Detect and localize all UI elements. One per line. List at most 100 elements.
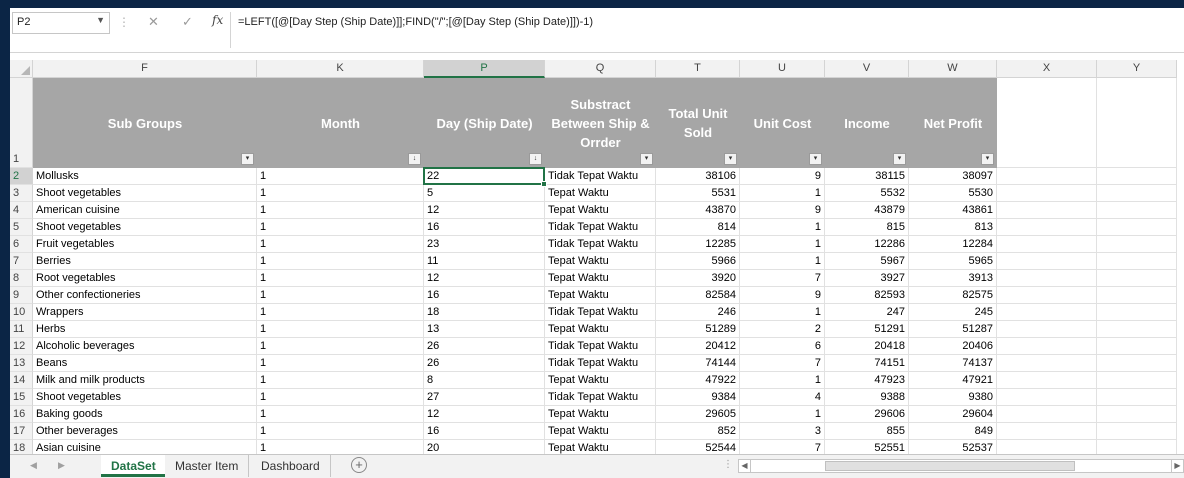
row-header[interactable]: 4 — [10, 202, 33, 219]
cell-total-unit-sold[interactable]: 47922 — [656, 372, 740, 389]
cell-day[interactable]: 16 — [424, 219, 545, 236]
cell-month[interactable]: 1 — [257, 338, 424, 355]
cell-unit-cost[interactable]: 3 — [740, 423, 825, 440]
cell-income[interactable]: 29606 — [825, 406, 909, 423]
cell-sub-group[interactable]: Fruit vegetables — [33, 236, 257, 253]
scroll-left-icon[interactable]: ◀ — [739, 460, 751, 472]
row-header[interactable]: 18 — [10, 440, 33, 454]
table-header-cell[interactable]: Day (Ship Date) ↓ — [424, 78, 545, 168]
add-sheet-icon[interactable]: + — [351, 457, 367, 473]
cell-month[interactable]: 1 — [257, 304, 424, 321]
empty-cell[interactable] — [997, 423, 1097, 440]
empty-cell[interactable] — [1097, 372, 1177, 389]
cell-sub-group[interactable]: Herbs — [33, 321, 257, 338]
row-header[interactable]: 8 — [10, 270, 33, 287]
cell-total-unit-sold[interactable]: 9384 — [656, 389, 740, 406]
table-header-cell[interactable]: Sub Groups ▾ — [33, 78, 257, 168]
cell-net-profit[interactable]: 12284 — [909, 236, 997, 253]
cell-month[interactable]: 1 — [257, 440, 424, 454]
cell-total-unit-sold[interactable]: 5531 — [656, 185, 740, 202]
column-header-w[interactable]: W — [909, 60, 997, 78]
cell-month[interactable]: 1 — [257, 168, 424, 185]
cell-unit-cost[interactable]: 2 — [740, 321, 825, 338]
chevron-down-icon[interactable]: ▼ — [96, 15, 105, 25]
cell-day[interactable]: 27 — [424, 389, 545, 406]
cell-sub-group[interactable]: Other beverages — [33, 423, 257, 440]
cell-net-profit[interactable]: 849 — [909, 423, 997, 440]
cell-sub-group[interactable]: Baking goods — [33, 406, 257, 423]
empty-cell[interactable] — [1097, 355, 1177, 372]
cell-net-profit[interactable]: 47921 — [909, 372, 997, 389]
table-header-cell[interactable]: Unit Cost ▾ — [740, 78, 825, 168]
filter-dropdown-icon[interactable]: ▾ — [809, 153, 822, 165]
cell-unit-cost[interactable]: 7 — [740, 440, 825, 454]
cell-income[interactable]: 9388 — [825, 389, 909, 406]
cell-net-profit[interactable]: 51287 — [909, 321, 997, 338]
empty-cell[interactable] — [1097, 321, 1177, 338]
cell-total-unit-sold[interactable]: 814 — [656, 219, 740, 236]
empty-cell[interactable] — [997, 389, 1097, 406]
cell-day[interactable]: 8 — [424, 372, 545, 389]
cell-unit-cost[interactable]: 1 — [740, 372, 825, 389]
empty-cell[interactable] — [997, 355, 1097, 372]
cell-status[interactable]: Tidak Tepat Waktu — [545, 389, 656, 406]
cell-status[interactable]: Tepat Waktu — [545, 440, 656, 454]
cell-unit-cost[interactable]: 4 — [740, 389, 825, 406]
cell-unit-cost[interactable]: 9 — [740, 287, 825, 304]
cell-net-profit[interactable]: 3913 — [909, 270, 997, 287]
cell-sub-group[interactable]: Shoot vegetables — [33, 389, 257, 406]
cancel-icon[interactable]: ✕ — [148, 14, 159, 30]
cell-income[interactable]: 5532 — [825, 185, 909, 202]
cell-income[interactable]: 3927 — [825, 270, 909, 287]
cell-day[interactable]: 18 — [424, 304, 545, 321]
cell-net-profit[interactable]: 9380 — [909, 389, 997, 406]
empty-cell[interactable] — [1097, 185, 1177, 202]
row-header[interactable]: 14 — [10, 372, 33, 389]
cell-sub-group[interactable]: Mollusks — [33, 168, 257, 185]
cell-net-profit[interactable]: 74137 — [909, 355, 997, 372]
row-header[interactable]: 12 — [10, 338, 33, 355]
cell-status[interactable]: Tidak Tepat Waktu — [545, 304, 656, 321]
table-header-cell[interactable]: Month ↓ — [257, 78, 424, 168]
cell-income[interactable]: 38115 — [825, 168, 909, 185]
cell-net-profit[interactable]: 5530 — [909, 185, 997, 202]
sheet-tab-dashboard[interactable]: Dashboard — [251, 455, 331, 477]
cell-sub-group[interactable]: Alcoholic beverages — [33, 338, 257, 355]
cell-total-unit-sold[interactable]: 852 — [656, 423, 740, 440]
cell-month[interactable]: 1 — [257, 355, 424, 372]
empty-cell[interactable] — [1097, 253, 1177, 270]
filter-dropdown-icon[interactable]: ▾ — [724, 153, 737, 165]
row-header[interactable]: 11 — [10, 321, 33, 338]
cell-sub-group[interactable]: Shoot vegetables — [33, 185, 257, 202]
empty-cell[interactable] — [997, 287, 1097, 304]
column-header-y[interactable]: Y — [1097, 60, 1177, 78]
cell-total-unit-sold[interactable]: 12285 — [656, 236, 740, 253]
filter-dropdown-icon[interactable]: ↓ — [408, 153, 421, 165]
empty-cell[interactable] — [1097, 304, 1177, 321]
cell-unit-cost[interactable]: 7 — [740, 355, 825, 372]
empty-cell[interactable] — [997, 168, 1097, 185]
cell-status[interactable]: Tepat Waktu — [545, 253, 656, 270]
row-header[interactable]: 7 — [10, 253, 33, 270]
cell-status[interactable]: Tepat Waktu — [545, 372, 656, 389]
cell-total-unit-sold[interactable]: 29605 — [656, 406, 740, 423]
cell-status[interactable]: Tepat Waktu — [545, 185, 656, 202]
cell-day[interactable]: 11 — [424, 253, 545, 270]
cell-total-unit-sold[interactable]: 74144 — [656, 355, 740, 372]
scroll-tabs-left-icon[interactable]: ◀ — [30, 460, 37, 471]
cell-sub-group[interactable]: Other confectioneries — [33, 287, 257, 304]
cell-day[interactable]: 20 — [424, 440, 545, 454]
column-header-u[interactable]: U — [740, 60, 825, 78]
empty-cell[interactable] — [1097, 219, 1177, 236]
empty-cell[interactable] — [1097, 389, 1177, 406]
cell-month[interactable]: 1 — [257, 270, 424, 287]
cell-total-unit-sold[interactable]: 5966 — [656, 253, 740, 270]
cell-total-unit-sold[interactable]: 38106 — [656, 168, 740, 185]
cell-day[interactable]: 23 — [424, 236, 545, 253]
cell-total-unit-sold[interactable]: 82584 — [656, 287, 740, 304]
empty-cell[interactable] — [997, 78, 1097, 168]
cell-income[interactable]: 815 — [825, 219, 909, 236]
cell-income[interactable]: 43879 — [825, 202, 909, 219]
cell-month[interactable]: 1 — [257, 423, 424, 440]
empty-cell[interactable] — [1097, 338, 1177, 355]
